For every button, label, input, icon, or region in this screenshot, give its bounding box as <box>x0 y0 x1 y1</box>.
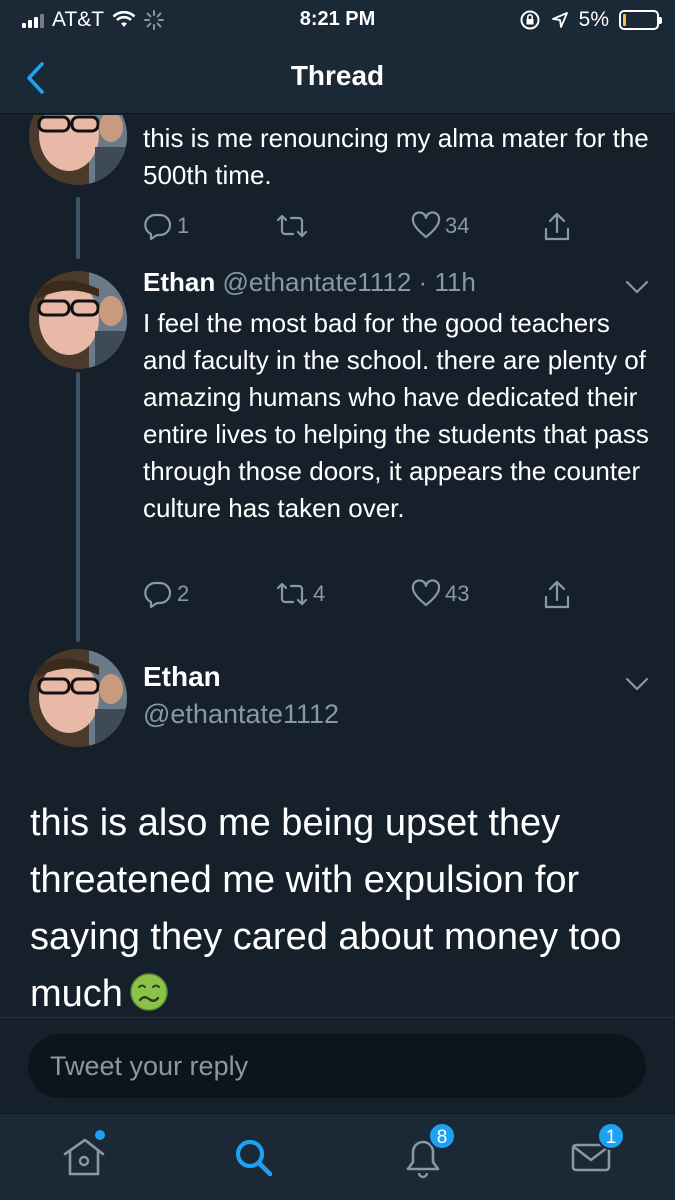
reply-icon <box>144 581 172 609</box>
notifications-badge: 8 <box>428 1122 456 1150</box>
like-count: 34 <box>445 213 470 238</box>
tab-home[interactable] <box>57 1130 117 1182</box>
tab-bar: 8 1 <box>0 1113 675 1200</box>
rotation-lock-icon <box>520 10 540 30</box>
retweet-icon <box>276 582 308 606</box>
tweet-actions: 2 4 43 <box>143 579 643 615</box>
heart-icon <box>411 211 441 239</box>
tab-search[interactable] <box>228 1132 288 1182</box>
reply-action[interactable]: 2 <box>143 579 189 609</box>
like-action[interactable]: 34 <box>411 211 469 241</box>
reply-input[interactable]: Tweet your reply <box>28 1034 646 1098</box>
author-handle[interactable]: @ethantate1112 <box>222 267 411 297</box>
messages-badge: 1 <box>597 1122 625 1150</box>
thread-connector <box>76 197 80 259</box>
new-tweets-dot <box>95 1130 105 1140</box>
share-action[interactable] <box>542 579 572 611</box>
author-handle[interactable]: @ethantate1112 <box>143 699 339 730</box>
main-tweet-text: this is also me being upset they threate… <box>30 802 622 1015</box>
heart-icon <box>411 579 441 607</box>
battery-icon <box>619 10 662 30</box>
main-tweet-body: this is also me being upset they threate… <box>30 795 650 1015</box>
avatar-photo <box>29 649 127 747</box>
battery-percent: 5% <box>578 8 609 31</box>
tweet-header: Ethan @ethantate1112 · 11h <box>143 267 476 298</box>
chevron-down-icon[interactable] <box>625 677 649 691</box>
tab-messages[interactable]: 1 <box>567 1122 627 1182</box>
share-icon <box>544 580 570 609</box>
share-icon <box>544 212 570 241</box>
status-right: 5% <box>519 8 662 32</box>
retweet-count: 4 <box>313 581 326 606</box>
search-icon <box>235 1139 273 1177</box>
retweet-action[interactable] <box>275 211 313 241</box>
thread-content[interactable]: this is me renouncing my alma mater for … <box>0 115 675 1015</box>
share-action[interactable] <box>542 211 572 243</box>
reply-action[interactable]: 1 <box>143 211 189 241</box>
like-count: 43 <box>445 581 470 606</box>
status-bar: AT&T 8:21 PM 5% <box>0 0 675 40</box>
avatar-photo <box>29 115 127 185</box>
like-action[interactable]: 43 <box>411 579 469 609</box>
author-name[interactable]: Ethan <box>143 267 215 297</box>
tweet-time: · 11h <box>418 267 476 297</box>
reply-icon <box>144 213 172 241</box>
nauseated-face-icon <box>130 973 168 1011</box>
location-arrow-icon <box>551 12 568 28</box>
reply-count: 1 <box>177 213 190 238</box>
reply-bar: Tweet your reply <box>0 1017 675 1112</box>
tab-notifications[interactable]: 8 <box>398 1122 458 1182</box>
retweet-icon <box>276 214 308 238</box>
author-name[interactable]: Ethan <box>143 661 221 693</box>
tweet-text: this is me renouncing my alma mater for … <box>143 123 649 190</box>
avatar-photo <box>29 271 127 369</box>
tweet-text: I feel the most bad for the good teacher… <box>143 308 649 523</box>
avatar[interactable] <box>29 271 127 369</box>
avatar[interactable] <box>29 115 127 185</box>
reply-count: 2 <box>177 581 190 606</box>
thread-connector <box>76 372 80 642</box>
retweet-action[interactable]: 4 <box>275 579 325 609</box>
avatar[interactable] <box>29 649 127 747</box>
tweet-actions: 1 34 <box>143 211 643 247</box>
page-title: Thread <box>290 60 385 91</box>
nav-bar: Thread <box>0 40 675 114</box>
chevron-down-icon[interactable] <box>625 280 649 294</box>
battery-level <box>623 14 626 26</box>
